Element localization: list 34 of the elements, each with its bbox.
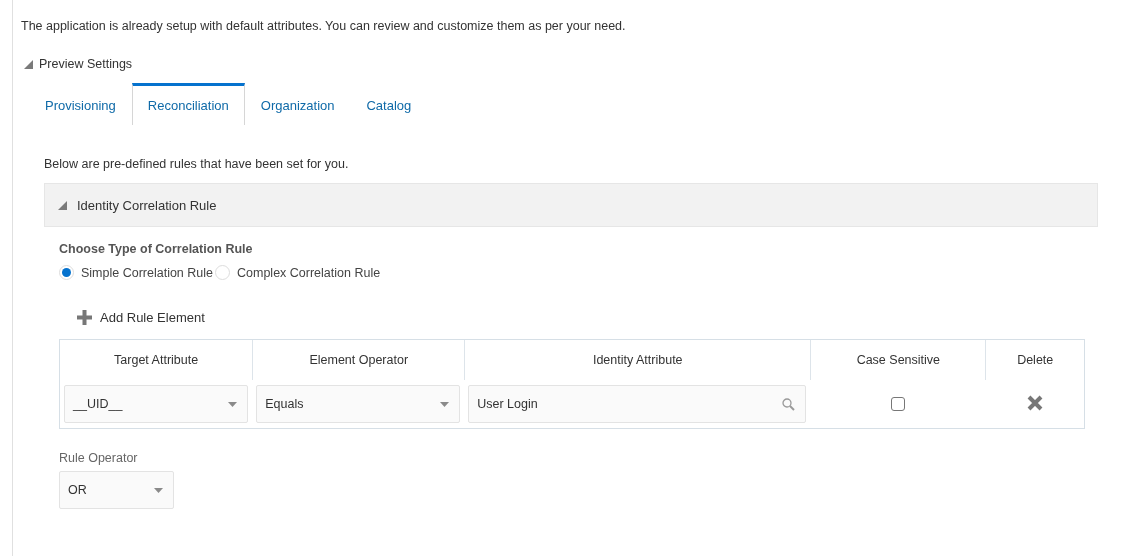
column-header: Case Sensitive <box>856 353 940 367</box>
dropdown[interactable]: __UID__ <box>64 385 249 423</box>
radio-icon[interactable] <box>59 265 74 280</box>
tab[interactable]: Organization <box>244 83 351 125</box>
intro-text: The application is already setup with default attributes. You can review and customize them as per your need. <box>21 19 627 35</box>
column-header: Identity Attribute <box>592 353 683 367</box>
caret-icon <box>228 401 238 407</box>
field-label: Choose Type of Correlation Rule <box>59 242 254 256</box>
section-header[interactable]: Identity Correlation Rule <box>44 183 1098 227</box>
radio-option[interactable]: Complex Correlation Rule <box>215 265 381 280</box>
radio-option[interactable]: Simple Correlation Rule <box>59 265 213 280</box>
disclosure-triangle-icon[interactable] <box>24 59 33 69</box>
note-text: Below are pre-defined rules that have been set for you. <box>44 157 350 171</box>
dropdown[interactable]: Equals <box>256 385 461 423</box>
section-title: Identity Correlation Rule <box>77 197 217 213</box>
disclosure-triangle-icon[interactable] <box>58 200 67 210</box>
caret-icon <box>154 487 163 493</box>
field-label: Rule Operator <box>59 451 139 465</box>
column-header: Target Attribute <box>114 353 199 367</box>
search-icon <box>782 397 796 411</box>
radio-icon[interactable] <box>215 265 230 280</box>
section-label: Preview Settings <box>39 57 133 71</box>
delete-icon[interactable] <box>1025 393 1044 412</box>
add-button[interactable]: Add Rule Element <box>77 310 205 325</box>
tab[interactable]: Reconciliation <box>131 83 245 125</box>
checkbox[interactable] <box>890 397 905 412</box>
tab[interactable]: Provisioning <box>32 83 132 125</box>
tab[interactable]: Catalog <box>350 83 428 125</box>
search-field[interactable]: User Login <box>468 385 807 423</box>
caret-icon <box>440 401 450 407</box>
column-header: Element Operator <box>309 353 409 367</box>
column-header: Delete <box>1017 353 1054 367</box>
dropdown[interactable]: OR <box>59 471 174 509</box>
plus-icon <box>77 310 92 325</box>
